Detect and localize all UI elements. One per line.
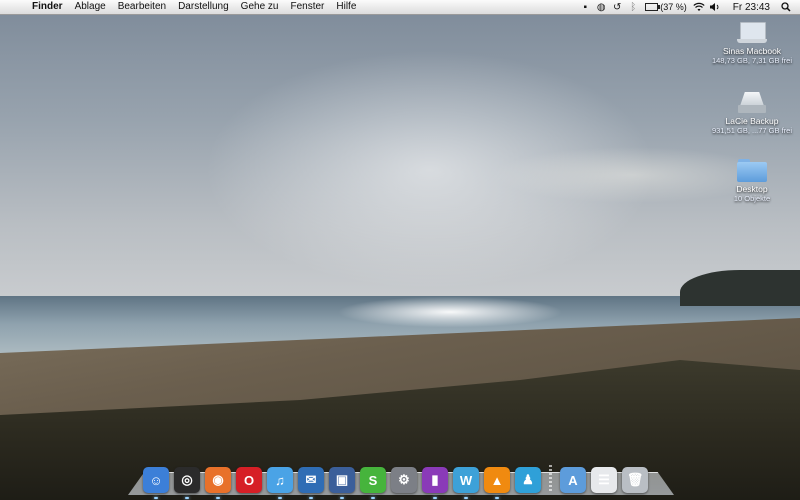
desktop-icon-info: 148,73 GB, 7,31 GB frei <box>711 56 793 65</box>
skype-icon: S <box>360 467 386 493</box>
dock-item-photo-app[interactable]: ▮ <box>421 463 449 499</box>
running-indicator <box>340 497 344 499</box>
external-drive-icon <box>738 92 766 114</box>
applications-folder-icon: A <box>560 467 586 493</box>
dock-item-documents-stack[interactable]: ☰ <box>590 463 618 493</box>
menu-darstellung[interactable]: Darstellung <box>172 0 235 14</box>
writer-icon: W <box>453 467 479 493</box>
desktop-icon-label: Desktop <box>736 184 768 194</box>
trash-icon: 🗑 <box>622 467 648 493</box>
running-indicator <box>309 497 313 499</box>
vlc-icon: ▲ <box>484 467 510 493</box>
running-indicator <box>495 497 499 499</box>
dock-item-skype[interactable]: S <box>359 463 387 499</box>
firefox-icon: ◉ <box>205 467 231 493</box>
dock-item-writer[interactable]: W <box>452 463 480 499</box>
laptop-icon <box>737 22 767 44</box>
opera-icon: O <box>236 467 262 493</box>
desktop-icon-label: Sinas Macbook <box>722 46 782 56</box>
menu-hilfe[interactable]: Hilfe <box>330 0 362 14</box>
desktop-icon-lacie-backup[interactable]: LaCie Backup 931,51 GB, ...77 GB frei <box>702 92 800 135</box>
messenger-icon: ♟ <box>515 467 541 493</box>
battery-status[interactable]: (37 %) <box>641 2 691 12</box>
volume-icon[interactable] <box>707 0 723 14</box>
running-indicator <box>185 497 189 499</box>
dock: ☺ ◎ ◉ O ♫ ✉ ▣ S ⚙ ▮ W ▲ ♟ A ☰ 🗑 <box>142 457 649 499</box>
menu-bearbeiten[interactable]: Bearbeiten <box>112 0 172 14</box>
dock-item-thunderbird[interactable]: ✉ <box>297 463 325 499</box>
dock-item-preview[interactable]: ▣ <box>328 463 356 499</box>
wallpaper-headland <box>680 270 800 306</box>
desktop-icon-sinas-macbook[interactable]: Sinas Macbook 148,73 GB, 7,31 GB frei <box>702 22 800 65</box>
itunes-icon: ♫ <box>267 467 293 493</box>
running-indicator <box>216 497 220 499</box>
system-preferences-icon: ⚙ <box>391 467 417 493</box>
dock-item-applications-folder[interactable]: A <box>559 463 587 493</box>
menu-app-finder[interactable]: Finder <box>26 0 69 14</box>
running-indicator <box>371 497 375 499</box>
folder-icon <box>737 158 767 182</box>
dashboard-icon: ◎ <box>174 467 200 493</box>
menu-clock[interactable]: Fr 23:43 <box>723 2 778 13</box>
history-icon[interactable]: ↺ <box>609 0 625 14</box>
desktop-icon-info: 10 Objekte <box>733 194 771 203</box>
globe-sync-icon[interactable]: ◍ <box>593 0 609 14</box>
time-machine-mini-icon[interactable]: ▪ <box>577 0 593 14</box>
thunderbird-icon: ✉ <box>298 467 324 493</box>
dock-item-firefox[interactable]: ◉ <box>204 463 232 499</box>
dock-item-finder[interactable]: ☺ <box>142 463 170 499</box>
dock-item-messenger[interactable]: ♟ <box>514 463 542 493</box>
dock-item-trash[interactable]: 🗑 <box>621 463 649 493</box>
running-indicator <box>278 497 282 499</box>
desktop-icon-label: LaCie Backup <box>725 116 779 126</box>
dock-item-opera[interactable]: O <box>235 463 263 493</box>
preview-icon: ▣ <box>329 467 355 493</box>
menu-bar: Finder Ablage Bearbeiten Darstellung Geh… <box>0 0 800 15</box>
battery-percent: (37 %) <box>660 2 687 12</box>
menu-gehe-zu[interactable]: Gehe zu <box>235 0 285 14</box>
spotlight-search-icon[interactable] <box>778 0 794 14</box>
dock-separator[interactable] <box>549 465 552 493</box>
photo-app-icon: ▮ <box>422 467 448 493</box>
running-indicator <box>464 497 468 499</box>
dock-item-vlc[interactable]: ▲ <box>483 463 511 499</box>
dock-item-dashboard[interactable]: ◎ <box>173 463 201 499</box>
battery-icon <box>645 3 661 11</box>
desktop-wallpaper <box>0 0 800 500</box>
finder-icon: ☺ <box>143 467 169 493</box>
menu-ablage[interactable]: Ablage <box>69 0 112 14</box>
dock-item-system-preferences[interactable]: ⚙ <box>390 463 418 493</box>
bluetooth-icon[interactable]: ᛒ <box>625 0 641 14</box>
menu-fenster[interactable]: Fenster <box>284 0 330 14</box>
running-indicator <box>433 497 437 499</box>
menu-extras: ▪ ◍ ↺ ᛒ (37 %) Fr 23:43 <box>577 0 800 14</box>
dock-item-itunes[interactable]: ♫ <box>266 463 294 499</box>
desktop-icon-info: 931,51 GB, ...77 GB frei <box>711 126 793 135</box>
desktop-icon-desktop-folder[interactable]: Desktop 10 Objekte <box>702 158 800 203</box>
wifi-icon[interactable] <box>691 0 707 14</box>
running-indicator <box>154 497 158 499</box>
documents-stack-icon: ☰ <box>591 467 617 493</box>
